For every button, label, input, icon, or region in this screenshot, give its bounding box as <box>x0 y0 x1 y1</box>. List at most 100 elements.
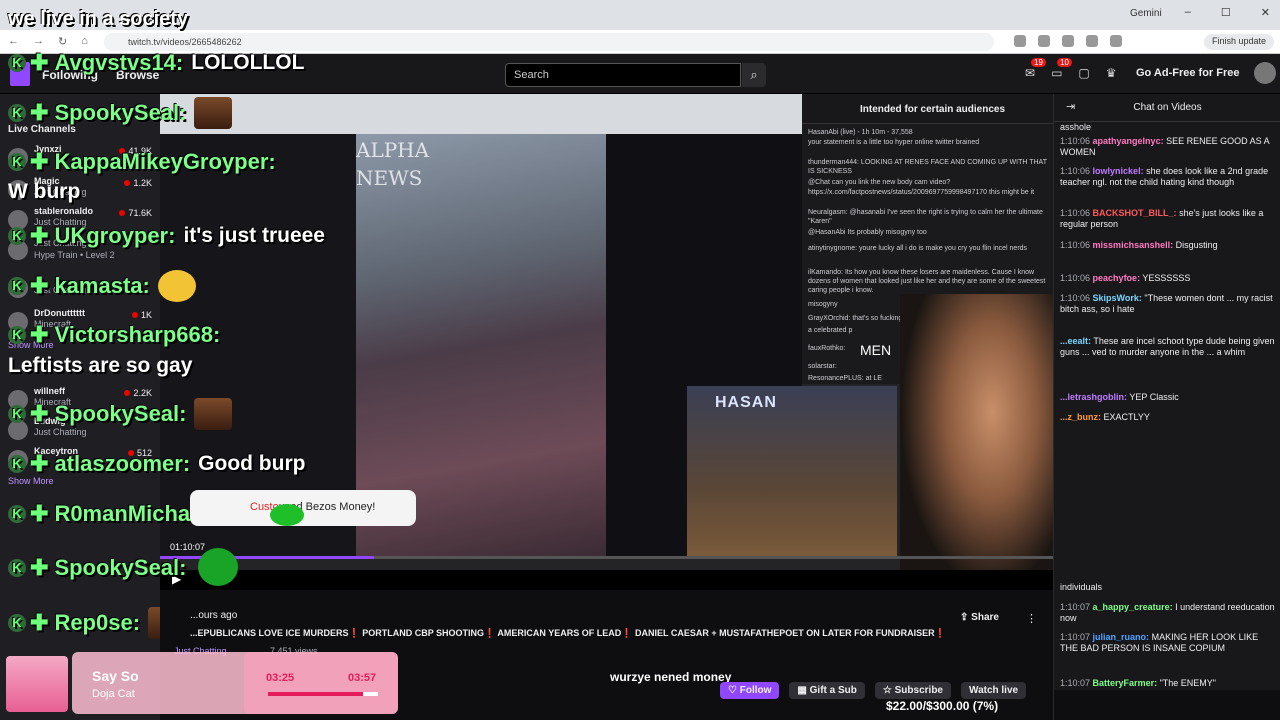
chat-text: YEP Classic <box>1129 392 1179 402</box>
kick-badge-icon: K <box>8 153 26 171</box>
search-input[interactable]: Search <box>505 63 741 87</box>
overlay-username: SpookySeal: <box>54 555 187 580</box>
chat-username[interactable]: ...eealt: <box>1060 336 1091 346</box>
chat-username[interactable]: julian_ruano: <box>1093 632 1150 642</box>
kick-badge-icon: K <box>8 614 26 632</box>
more-options-icon[interactable]: ⋮ <box>1026 612 1037 625</box>
player-controls: ▶ <box>160 570 1053 590</box>
overlay-chat-line: K ✚ SpookySeal: <box>8 96 233 130</box>
streamer-webcam <box>900 294 1053 590</box>
captured-chat-line: HasanAbi (live) - 1h 10m - 37,558 <box>808 129 913 136</box>
chat-message: 1:10:06 SkipsWork: "These women dont ...… <box>1060 293 1275 315</box>
channel-name: DrDonutttttt <box>34 308 85 318</box>
share-button[interactable]: ⇪ Share <box>960 612 999 623</box>
chat-message: 1:10:07 BatteryFarmer: "The ENEMY" <box>1060 678 1275 689</box>
kick-badge-icon: K <box>8 54 26 72</box>
viewer-count: 1.2K <box>124 178 152 188</box>
chat-username[interactable]: SkipsWork: <box>1093 293 1142 303</box>
screen-root: Gemini – ☐ ✕ ← → ↻ ⌂ twitch.tv/videos/26… <box>0 0 1280 720</box>
chat-message: 1:10:06 peachyfoe: YESSSSSS <box>1060 273 1275 284</box>
chat-text: YESSSSSS <box>1142 273 1191 283</box>
overlay-username: kamasta: <box>54 273 150 298</box>
inbox-icon[interactable]: ✉ 19 <box>1025 58 1046 80</box>
overlay-chat-line: K ✚ Victorsharp668: <box>8 318 220 352</box>
avatar[interactable] <box>1254 62 1276 84</box>
plus-badge-icon: ✚ <box>30 273 49 298</box>
kick-badge-icon: K <box>8 505 26 523</box>
chat-username[interactable]: a_happy_creature: <box>1093 602 1173 612</box>
close-icon[interactable]: ✕ <box>1261 6 1270 19</box>
follow-button[interactable]: ♡ Follow <box>720 682 780 699</box>
kick-badge-icon: K <box>8 326 26 344</box>
chat-timestamp: 1:10:06 <box>1060 208 1091 218</box>
extension-icon[interactable] <box>1062 35 1074 47</box>
seek-bar[interactable] <box>160 556 1053 559</box>
chat-message: 1:10:07 julian_ruano: MAKING HER LOOK LI… <box>1060 632 1275 654</box>
now-playing-card: Say So Doja Cat 03:25 03:57 <box>72 652 398 714</box>
captured-chat-line: https://x.com/factpostnews/status/200969… <box>808 189 1035 196</box>
chat-username[interactable]: missmichsanshell: <box>1093 240 1174 250</box>
overlay-message: it's just trueee <box>183 224 325 247</box>
chat-timestamp: 1:10:06 <box>1060 293 1091 303</box>
plus-badge-icon: ✚ <box>30 322 49 347</box>
alert-text: wurzye nened money <box>610 670 732 684</box>
chat-message: 1:10:06 BACKSHOT_BILL_: she's just looks… <box>1060 208 1275 230</box>
overlay-chat-line: K ✚ SpookySeal: <box>8 397 233 431</box>
gemini-button[interactable]: Gemini <box>1130 8 1162 19</box>
hasan-logo: HASAN <box>715 394 777 411</box>
overlay-chat-line: K ✚ KappaMikeyGroyper: <box>8 145 276 179</box>
subscribe-label: Subscribe <box>894 685 943 696</box>
inbox-badge: 19 <box>1031 58 1046 67</box>
chat-username[interactable]: ...z_bunz: <box>1060 412 1101 422</box>
green-emote-icon <box>270 504 304 526</box>
chat-timestamp: 1:10:07 <box>1060 632 1091 642</box>
extension-icon[interactable] <box>1014 35 1026 47</box>
collapse-icon[interactable]: ⇥ <box>1066 100 1075 113</box>
crown-icon[interactable]: ♛ <box>1106 66 1117 80</box>
chat-title: Chat on Videos <box>1133 102 1202 113</box>
chat-footer <box>1054 690 1280 720</box>
chat-username[interactable]: lowlynickel: <box>1093 166 1144 176</box>
overlay-username: KappaMikeyGroyper: <box>54 149 276 174</box>
subscribe-button[interactable]: ☆ Subscribe <box>874 682 951 699</box>
men-caption: MEN <box>860 342 892 358</box>
chat-message: ...eealt: These are incel schoot type du… <box>1060 336 1275 358</box>
maximize-icon[interactable]: ☐ <box>1221 6 1231 19</box>
chat-username[interactable]: BatteryFarmer: <box>1093 678 1158 688</box>
song-title: Say So <box>92 668 139 684</box>
kick-badge-icon: K <box>8 277 26 295</box>
chat-header: ⇥ Chat on Videos <box>1054 94 1280 122</box>
audience-warning: Intended for certain audiences <box>802 94 1053 124</box>
chat-message: 1:10:06 lowlynickel: she does look like … <box>1060 166 1275 188</box>
search-icon[interactable]: ⌕ <box>742 63 766 87</box>
minimize-icon[interactable]: – <box>1185 6 1191 19</box>
chat-text: EXACTLYY <box>1103 412 1150 422</box>
chat-message: ...letrashgoblin: YEP Classic <box>1060 392 1275 403</box>
chat-text: These are incel schoot type dude being g… <box>1060 336 1275 357</box>
finish-update-button[interactable]: Finish update <box>1204 34 1275 50</box>
chat-username[interactable]: ...letrashgoblin: <box>1060 392 1127 402</box>
chat-username[interactable]: BACKSHOT_BILL_: <box>1093 208 1177 218</box>
elapsed-time: 03:25 <box>266 672 295 684</box>
chat-username[interactable]: apathyangelnyc: <box>1093 136 1164 146</box>
overlay-chat-line: K ✚ Avgvstvs14: LOLOLLOL <box>8 46 304 80</box>
watch-live-button[interactable]: Watch live <box>961 682 1027 699</box>
overlay-chat-line: K ✚ UKgroyper: it's just trueee <box>8 219 325 253</box>
ad-free-button[interactable]: Go Ad-Free for Free <box>1136 67 1240 79</box>
extension-icon[interactable] <box>1038 35 1050 47</box>
nav-icons: ✉ 19 ▭ 10 ▢ ♛ <box>1025 58 1117 80</box>
chat-username[interactable]: peachyfoe: <box>1093 273 1141 283</box>
notifications-icon[interactable]: ▭ 10 <box>1051 58 1072 80</box>
whispers-icon[interactable]: ▢ <box>1078 66 1089 80</box>
gift-sub-button[interactable]: ▦ Gift a Sub <box>789 682 865 699</box>
extension-icon[interactable] <box>1110 35 1122 47</box>
follow-label: Follow <box>739 685 772 696</box>
extension-icon[interactable] <box>1086 35 1098 47</box>
captured-chat-line: @HasanAbi Its probably misogyny too <box>808 229 927 236</box>
chat-timestamp: 1:10:06 <box>1060 273 1091 283</box>
now-playing-widget: Say So Doja Cat 03:25 03:57 <box>4 652 398 716</box>
plus-badge-icon: ✚ <box>30 50 49 75</box>
emote-icon <box>157 270 196 302</box>
emote-icon <box>194 97 233 129</box>
chat-text: Disgusting <box>1175 240 1218 250</box>
